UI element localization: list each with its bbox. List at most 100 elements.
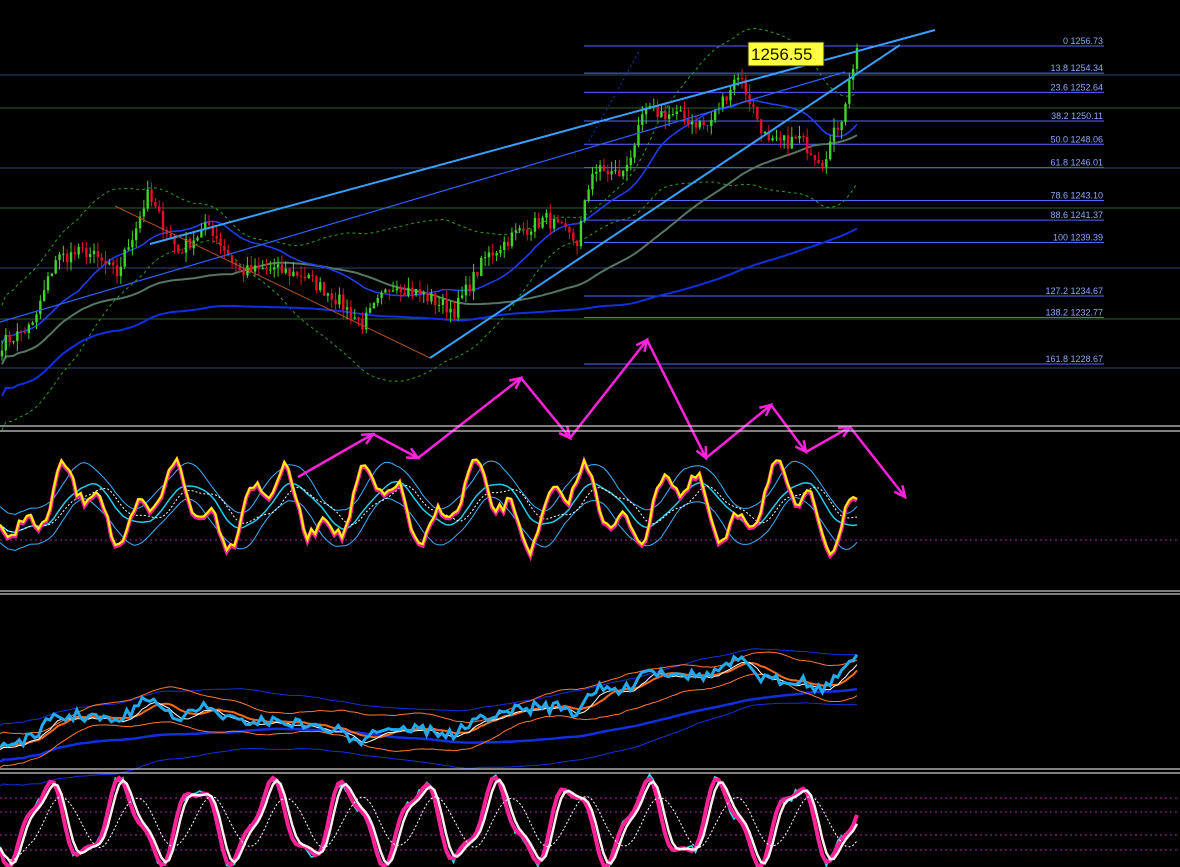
candle-body — [851, 68, 855, 80]
candle-body — [579, 220, 583, 247]
candle-body — [399, 288, 402, 293]
fib-label-50.0: 50.0 1248.06 — [1050, 134, 1103, 144]
candle-body — [568, 226, 571, 233]
candle-body — [610, 170, 613, 175]
candle-body — [111, 262, 115, 266]
candle-body — [468, 284, 471, 292]
candle-body — [556, 218, 560, 223]
candle-body — [250, 265, 253, 272]
candle-body — [625, 164, 629, 172]
candle-body — [39, 300, 42, 315]
candle-body — [564, 223, 567, 227]
candle-body — [472, 271, 475, 292]
candle-body — [307, 274, 310, 279]
candle-body — [414, 288, 418, 295]
candle-body — [476, 271, 479, 276]
candle-body — [119, 266, 123, 277]
candle-body — [157, 206, 161, 212]
fib-label-23.6: 23.6 1252.64 — [1050, 82, 1103, 92]
candle-body — [422, 292, 425, 295]
candle-body — [832, 127, 836, 142]
candle-body — [487, 252, 491, 258]
candle-body — [169, 233, 172, 237]
candle-body — [73, 252, 77, 255]
candle-body — [694, 121, 698, 128]
fib-label-13.8: 13.8 1254.34 — [1050, 63, 1103, 73]
candle-body — [614, 169, 617, 171]
fib-label-100: 100 1239.39 — [1053, 233, 1103, 243]
candle-body — [583, 200, 586, 221]
candle-body — [311, 274, 314, 277]
candle-body — [269, 269, 272, 271]
candle-body — [384, 289, 387, 293]
candle-body — [656, 105, 659, 118]
candle-body — [391, 290, 395, 292]
candle-body — [322, 282, 326, 296]
candle-body — [710, 120, 713, 126]
candle-body — [146, 189, 149, 209]
candle-body — [598, 165, 602, 172]
candle-body — [4, 334, 8, 351]
candle-body — [495, 252, 498, 256]
candle-body — [418, 288, 422, 295]
fib-label-0: 0 1256.73 — [1063, 36, 1103, 46]
candle-body — [664, 111, 667, 120]
candle-body — [338, 294, 341, 305]
candle-body — [257, 265, 261, 269]
candle-body — [813, 155, 817, 160]
candle-body — [357, 317, 360, 319]
candle-body — [42, 290, 46, 301]
candle-body — [88, 254, 92, 258]
candle-body — [296, 271, 299, 276]
fib-label-38.2: 38.2 1250.11 — [1051, 111, 1103, 121]
candle-body — [261, 268, 264, 270]
candle-body — [671, 114, 675, 116]
candle-body — [522, 228, 525, 230]
candle-body — [437, 304, 441, 306]
candle-body — [368, 308, 372, 313]
candle-body — [591, 173, 594, 190]
candle-body — [161, 211, 165, 231]
candle-body — [552, 218, 556, 229]
candle-body — [142, 208, 146, 217]
candle-body — [457, 297, 460, 318]
candle-body — [426, 292, 429, 302]
candle-body — [537, 217, 540, 228]
candle-body — [273, 267, 276, 270]
candle-body — [825, 159, 828, 167]
candle-body — [62, 253, 65, 255]
candle-body — [790, 136, 794, 149]
candle-body — [407, 287, 410, 296]
candle-body — [85, 247, 88, 258]
candle-body — [434, 293, 437, 306]
candle-body — [560, 222, 563, 224]
candle-body — [46, 276, 50, 291]
fib-label-88.6: 88.6 1241.37 — [1050, 210, 1103, 220]
candle-body — [8, 334, 11, 343]
candle-body — [58, 254, 61, 261]
candle-body — [292, 271, 295, 277]
candle-body — [16, 331, 19, 342]
candle-body — [779, 137, 782, 141]
candle-body — [253, 265, 257, 272]
candle-body — [683, 110, 686, 119]
candle-body — [77, 246, 80, 255]
candle-body — [219, 238, 222, 247]
candle-body — [763, 131, 767, 134]
candle-body — [380, 292, 383, 298]
candle-body — [526, 229, 529, 235]
candle-body — [19, 331, 23, 333]
candle-body — [0, 350, 4, 357]
candle-body — [361, 318, 364, 330]
candle-body — [388, 289, 391, 292]
candle-body — [782, 135, 786, 141]
candle-body — [181, 252, 184, 254]
candle-body — [529, 231, 533, 235]
candle-body — [395, 288, 399, 291]
candle-body — [265, 268, 268, 270]
candle-body — [65, 253, 69, 263]
candle-body — [31, 322, 34, 325]
chart-background — [0, 0, 1180, 867]
candle-body — [736, 77, 740, 80]
candle-body — [794, 136, 797, 139]
